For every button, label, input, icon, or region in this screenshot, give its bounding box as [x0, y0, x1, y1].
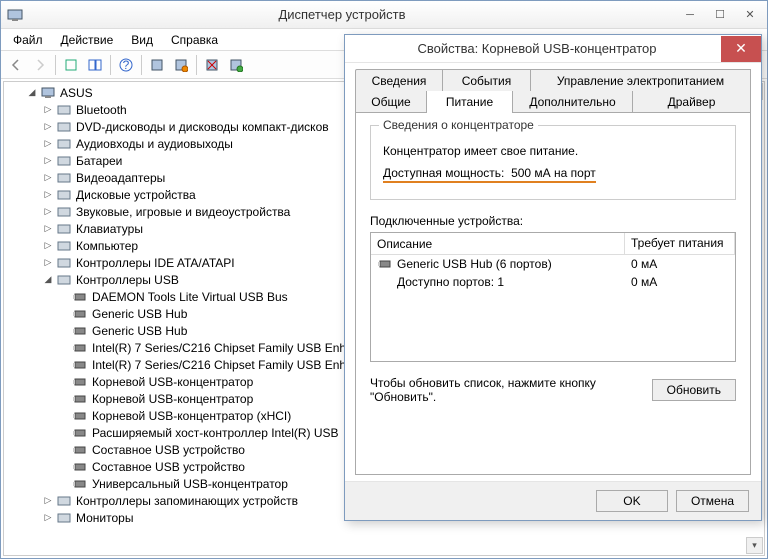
list-item[interactable]: Generic USB Hub (6 портов)0 мА	[371, 255, 735, 273]
connected-devices-list[interactable]: Описание Требует питания Generic USB Hub…	[370, 232, 736, 362]
menu-view[interactable]: Вид	[123, 31, 161, 49]
expander-icon[interactable]: ▷	[42, 172, 54, 184]
dialog-title: Свойства: Корневой USB-концентратор	[353, 41, 721, 56]
menu-action[interactable]: Действие	[53, 31, 122, 49]
usb-icon	[72, 408, 88, 424]
category-icon	[56, 170, 72, 186]
category-icon	[56, 510, 72, 526]
tab-power-mgmt[interactable]: Управление электропитанием	[531, 69, 751, 91]
category-icon	[56, 119, 72, 135]
dialog-close-button[interactable]: ✕	[721, 36, 761, 62]
ok-button[interactable]: OK	[596, 490, 668, 512]
usb-icon	[72, 340, 88, 356]
expander-icon[interactable]: ▷	[42, 121, 54, 133]
usb-icon	[72, 374, 88, 390]
expander-icon[interactable]: ▷	[42, 138, 54, 150]
category-icon	[56, 493, 72, 509]
hub-info-group: Сведения о концентраторе Концентратор им…	[370, 125, 736, 200]
expander-icon[interactable]: ▷	[42, 155, 54, 167]
expander-icon[interactable]: ▷	[42, 240, 54, 252]
titlebar: Диспетчер устройств ─ ☐ ✕	[1, 1, 767, 29]
expander-icon[interactable]: ▷	[42, 206, 54, 218]
menu-help[interactable]: Справка	[163, 31, 226, 49]
tab-events[interactable]: События	[443, 69, 531, 91]
expander-icon[interactable]: ▷	[42, 189, 54, 201]
usb-icon	[72, 306, 88, 322]
expander-icon[interactable]: ◢	[42, 274, 54, 286]
menu-file[interactable]: Файл	[5, 31, 51, 49]
expander-icon[interactable]: ▷	[42, 104, 54, 116]
usb-icon	[377, 256, 393, 272]
tab-driver[interactable]: Драйвер	[633, 91, 751, 113]
tab-advanced[interactable]: Дополнительно	[513, 91, 633, 113]
cancel-button[interactable]: Отмена	[676, 490, 749, 512]
category-icon	[56, 153, 72, 169]
col-description[interactable]: Описание	[371, 233, 625, 254]
minimize-button[interactable]: ─	[675, 5, 705, 25]
usb-icon	[72, 425, 88, 441]
expander-icon[interactable]: ▷	[42, 257, 54, 269]
usb-icon	[72, 459, 88, 475]
usb-icon	[72, 289, 88, 305]
toolbar-icon-1[interactable]	[60, 54, 82, 76]
window-title: Диспетчер устройств	[9, 7, 675, 22]
refresh-button[interactable]: Обновить	[652, 379, 736, 401]
maximize-button[interactable]: ☐	[705, 5, 735, 25]
hub-self-powered-text: Концентратор имеет свое питание.	[383, 144, 723, 158]
help-icon[interactable]: ?	[115, 54, 137, 76]
avail-power-value: 500 мА на порт	[511, 166, 596, 180]
expander-icon[interactable]: ▷	[42, 223, 54, 235]
usb-icon	[72, 357, 88, 373]
expander-icon[interactable]: ▷	[42, 512, 54, 524]
tab-power[interactable]: Питание	[427, 91, 513, 113]
tab-details[interactable]: Сведения	[355, 69, 443, 91]
category-icon	[56, 102, 72, 118]
properties-dialog: Свойства: Корневой USB-концентратор ✕ Св…	[344, 34, 762, 521]
category-icon	[56, 238, 72, 254]
tabs: Сведения События Управление электропитан…	[355, 69, 751, 113]
scroll-down-icon[interactable]: ▾	[746, 537, 763, 554]
forward-icon[interactable]	[29, 54, 51, 76]
hub-info-title: Сведения о концентраторе	[379, 118, 538, 132]
col-power-required[interactable]: Требует питания	[625, 233, 735, 254]
category-icon	[56, 204, 72, 220]
usb-icon	[72, 391, 88, 407]
category-icon	[56, 136, 72, 152]
avail-power-label: Доступная мощность:	[383, 166, 504, 180]
connected-devices-label: Подключенные устройства:	[370, 214, 736, 228]
svg-text:?: ?	[123, 58, 130, 72]
usb-icon	[72, 476, 88, 492]
category-icon	[56, 187, 72, 203]
close-button[interactable]: ✕	[735, 5, 765, 25]
category-icon	[56, 272, 72, 288]
dialog-titlebar: Свойства: Корневой USB-концентратор ✕	[345, 35, 761, 63]
refresh-hint: Чтобы обновить список, нажмите кнопку "О…	[370, 376, 644, 404]
list-item[interactable]: Доступно портов: 10 мА	[371, 273, 735, 291]
scan-icon[interactable]	[146, 54, 168, 76]
category-icon	[56, 255, 72, 271]
category-icon	[56, 221, 72, 237]
toolbar-icon-2[interactable]	[84, 54, 106, 76]
toolbar-icon-3[interactable]	[170, 54, 192, 76]
toolbar-icon-4[interactable]	[225, 54, 247, 76]
available-power-line: Доступная мощность: 500 мА на порт	[383, 166, 596, 183]
tab-content: Сведения о концентраторе Концентратор им…	[355, 112, 751, 475]
back-icon[interactable]	[5, 54, 27, 76]
usb-icon	[72, 323, 88, 339]
usb-icon	[72, 442, 88, 458]
expander-icon[interactable]: ▷	[42, 495, 54, 507]
tab-general[interactable]: Общие	[355, 91, 427, 113]
uninstall-icon[interactable]	[201, 54, 223, 76]
